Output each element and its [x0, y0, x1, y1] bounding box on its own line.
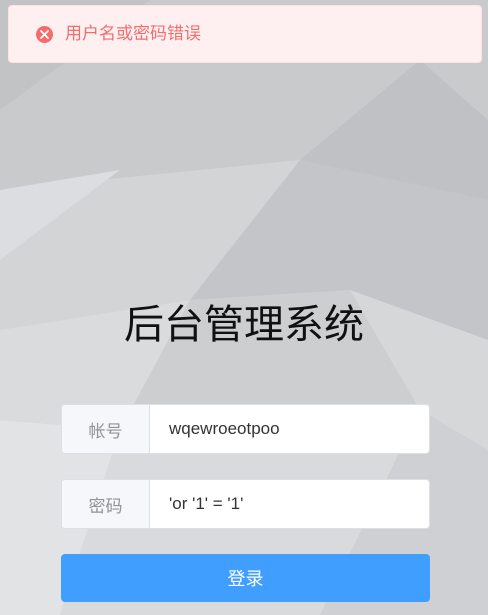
login-button[interactable]: 登录 — [61, 554, 430, 602]
password-field[interactable]: 密码 'or '1' = '1' — [61, 479, 430, 529]
close-circle-icon — [36, 25, 53, 43]
password-input[interactable]: 'or '1' = '1' — [150, 480, 429, 528]
password-label: 密码 — [62, 480, 150, 528]
alert-message: 用户名或密码错误 — [65, 23, 201, 44]
account-label: 帐号 — [62, 405, 150, 453]
error-alert: 用户名或密码错误 — [8, 5, 482, 63]
account-field[interactable]: 帐号 wqewroeotpoo — [61, 404, 430, 454]
account-input[interactable]: wqewroeotpoo — [150, 405, 429, 453]
page-title: 后台管理系统 — [124, 302, 364, 348]
